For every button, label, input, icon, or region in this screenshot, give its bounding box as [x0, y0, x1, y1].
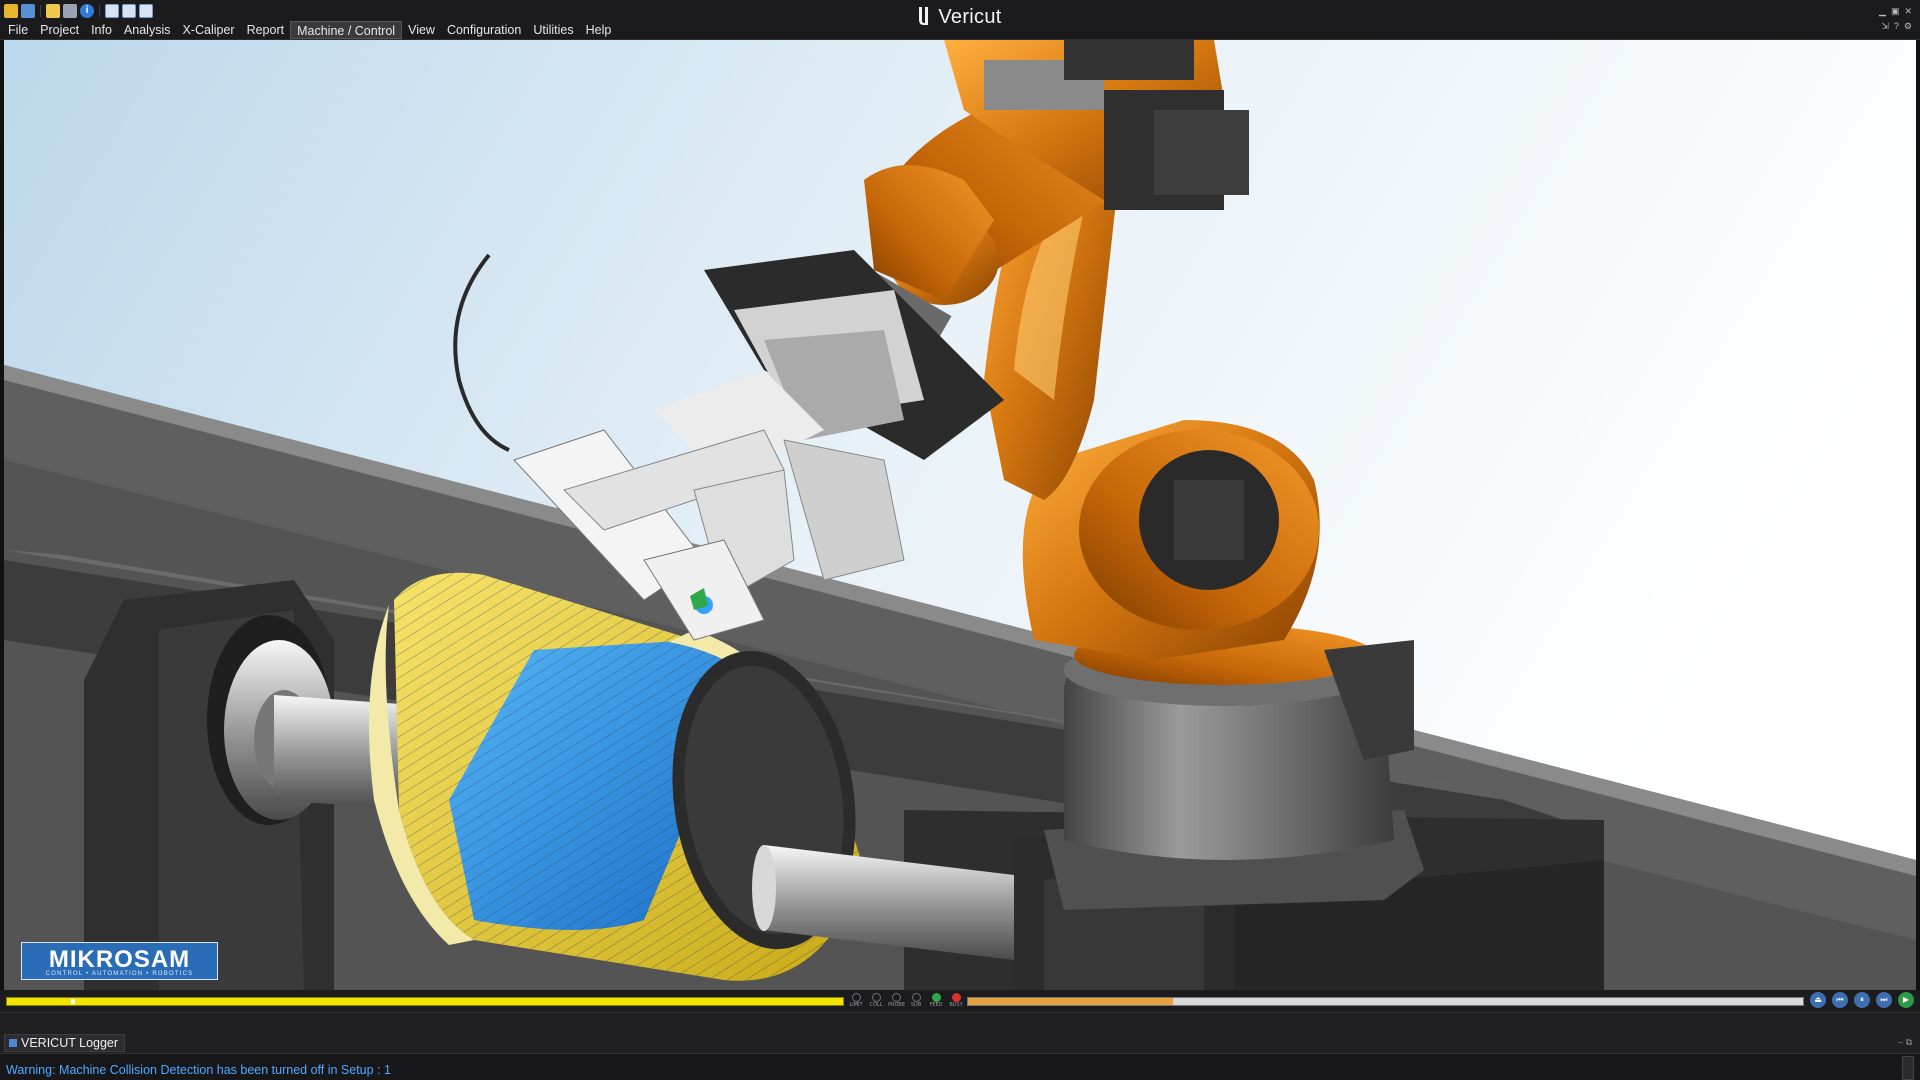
menu-item-analysis[interactable]: Analysis: [118, 21, 177, 39]
layout-stacked-icon[interactable]: [139, 4, 153, 18]
menu-item-view[interactable]: View: [402, 21, 441, 39]
restore-icon[interactable]: ▣: [1891, 6, 1900, 17]
machine-scene: [4, 40, 1916, 990]
vericut-logo-icon: [919, 7, 929, 25]
machine-progress-bar[interactable]: [967, 997, 1804, 1006]
menu-item-help[interactable]: Help: [580, 21, 618, 39]
quick-access-toolbar: i: [4, 3, 153, 19]
step-icon[interactable]: ⏭: [1876, 992, 1892, 1008]
toolbar-separator: [40, 5, 41, 17]
indicator-label: LIMIT: [849, 1002, 863, 1008]
menu-item-machine-control[interactable]: Machine / Control: [290, 21, 403, 39]
logger-panel: VERICUT Logger ⎯ ⧉ Warning: Machine Coll…: [0, 1012, 1920, 1080]
indicator-probe: PROBE: [888, 991, 906, 1009]
graphics-viewport[interactable]: MIKROSAM CONTROL • AUTOMATION • ROBOTICS: [4, 40, 1916, 990]
toolbar-separator: [99, 5, 100, 17]
menu-item-utilities[interactable]: Utilities: [527, 21, 579, 39]
settings-gear-icon[interactable]: ⚙: [1904, 21, 1912, 32]
logger-body: Warning: Machine Collision Detection has…: [0, 1053, 1920, 1080]
title-bar: i File Project Info Analysis X-Caliper Report…: [0, 0, 1920, 40]
save-icon[interactable]: [21, 4, 35, 18]
pause-icon[interactable]: ⏸: [1854, 992, 1870, 1008]
menu-bar: File Project Info Analysis X-Caliper Report Ma…: [2, 21, 617, 39]
indicator-label: COLL: [869, 1002, 883, 1008]
indicator-sub: SUB: [908, 991, 924, 1009]
close-icon[interactable]: ✕: [1904, 6, 1912, 17]
open-file-icon[interactable]: [46, 4, 60, 18]
menu-item-x-caliper[interactable]: X-Caliper: [176, 21, 240, 39]
indicator-light-icon: [951, 993, 961, 1002]
minimize-icon[interactable]: ▁: [1879, 6, 1886, 17]
indicator-label: PROBE: [888, 1002, 906, 1008]
menu-item-file[interactable]: File: [2, 21, 34, 39]
logger-tab[interactable]: VERICUT Logger: [4, 1034, 126, 1052]
window-controls: ▁ ▣ ✕ ⇲ ? ⚙: [1879, 6, 1912, 32]
logger-controls: ⎯ ⧉: [1899, 1037, 1912, 1048]
save-as-icon[interactable]: [63, 4, 77, 18]
logger-scrollbar[interactable]: [1902, 1056, 1914, 1080]
indicator-feed: FEED: [928, 991, 944, 1009]
menu-item-configuration[interactable]: Configuration: [441, 21, 527, 39]
menu-item-info[interactable]: Info: [85, 21, 118, 39]
info-icon[interactable]: i: [80, 4, 94, 18]
mikrosam-logo: MIKROSAM CONTROL • AUTOMATION • ROBOTICS: [21, 942, 218, 980]
indicator-label: FEED: [929, 1002, 943, 1008]
help-icon[interactable]: ?: [1894, 21, 1899, 32]
logger-icon: [9, 1039, 17, 1047]
menu-item-project[interactable]: Project: [34, 21, 85, 39]
playback-controls: ⏏ ⏮ ⏸ ⏭ ▶: [1810, 992, 1914, 1008]
play-icon[interactable]: ▶: [1898, 992, 1914, 1008]
brand-name: MIKROSAM: [48, 946, 191, 973]
simulation-control-bar: LIMIT COLL PROBE SUB FEED BUSY ⏏ ⏮ ⏸ ⏭ ▶: [0, 990, 1920, 1012]
indicator-light-icon: [851, 993, 861, 1002]
indicator-busy: BUSY: [948, 991, 964, 1009]
rewind-icon[interactable]: ⏮: [1832, 992, 1848, 1008]
status-indicators: LIMIT COLL PROBE SUB FEED BUSY: [848, 991, 964, 1009]
layout-single-icon[interactable]: [105, 4, 119, 18]
layout-split-icon[interactable]: [122, 4, 136, 18]
logger-tab-label: VERICUT Logger: [21, 1036, 119, 1050]
indicator-light-icon: [891, 993, 901, 1002]
indicator-label: SUB: [910, 1002, 922, 1008]
resize-icon[interactable]: ⇲: [1881, 21, 1889, 32]
minimize-panel-icon[interactable]: ⎯: [1899, 1037, 1904, 1047]
indicator-light-icon: [871, 993, 881, 1002]
indicator-label: BUSY: [949, 1002, 963, 1008]
app-title-text: Vericut: [938, 6, 1002, 28]
indicator-light-icon: [911, 993, 921, 1002]
machine-progress-fill: [968, 998, 1173, 1005]
robot-base: [1044, 625, 1424, 910]
reset-icon[interactable]: ⏏: [1810, 992, 1826, 1008]
menu-item-report[interactable]: Report: [241, 21, 291, 39]
open-folder-icon[interactable]: [4, 4, 18, 18]
simulation-progress-bar[interactable]: [6, 997, 844, 1006]
indicator-light-icon: [931, 993, 941, 1002]
brand-tagline: CONTROL • AUTOMATION • ROBOTICS: [45, 971, 194, 977]
progress-marker[interactable]: [70, 999, 75, 1004]
logger-message: Warning: Machine Collision Detection has…: [6, 1063, 391, 1077]
float-panel-icon[interactable]: ⧉: [1906, 1037, 1912, 1047]
indicator-coll: COLL: [868, 991, 884, 1009]
indicator-limit: LIMIT: [848, 991, 864, 1009]
